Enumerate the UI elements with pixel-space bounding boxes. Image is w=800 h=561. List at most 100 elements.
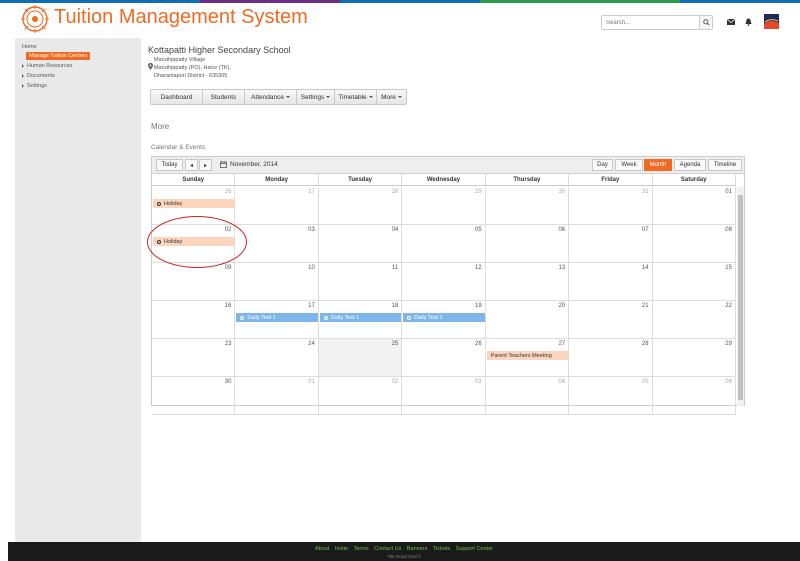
- stripe-segment: [0, 0, 200, 3]
- footer-link-terms[interactable]: Terms: [354, 546, 369, 552]
- sidebar-item-label: Human Resources: [27, 63, 73, 69]
- day-cell[interactable]: 23: [152, 339, 236, 377]
- calendar-event[interactable]: Holiday: [153, 199, 235, 208]
- app-logo[interactable]: [20, 4, 50, 34]
- day-number: 29: [725, 341, 732, 347]
- calendar-event[interactable]: Daily Test 1: [319, 313, 402, 322]
- day-cell[interactable]: 04: [318, 225, 403, 263]
- sidebar-item-home[interactable]: Home: [22, 44, 37, 50]
- search-input[interactable]: [602, 16, 700, 29]
- day-cell[interactable]: 20: [485, 301, 570, 339]
- footer-link-about[interactable]: About: [315, 546, 329, 552]
- day-cell[interactable]: 01: [652, 187, 736, 225]
- view-day-button[interactable]: Day: [592, 159, 613, 171]
- view-timeline-button[interactable]: Timeline: [708, 159, 742, 171]
- day-cell[interactable]: 28: [318, 187, 403, 225]
- day-cell[interactable]: 05: [569, 377, 653, 415]
- view-week-button[interactable]: Week: [615, 159, 643, 171]
- day-cell[interactable]: 04: [485, 377, 570, 415]
- prev-month-button[interactable]: ◂: [185, 159, 198, 171]
- view-agenda-button[interactable]: Agenda: [674, 159, 706, 171]
- day-cell[interactable]: 22: [652, 301, 736, 339]
- footer-link-invite[interactable]: Invite: [335, 546, 348, 552]
- section-title: Calendar & Events: [151, 144, 206, 151]
- day-number: 01: [725, 189, 732, 195]
- calendar-event[interactable]: Daily Test 1: [236, 313, 318, 322]
- day-number: 26: [224, 189, 232, 195]
- day-cell[interactable]: 06: [652, 377, 736, 415]
- clock-icon: [323, 315, 328, 320]
- scrollbar-thumb[interactable]: [738, 195, 743, 400]
- day-cell[interactable]: 24: [235, 339, 319, 377]
- sidebar-item-manage-tuition-centers[interactable]: Manage Tuition Centers: [26, 52, 91, 60]
- menu-students[interactable]: Students: [203, 90, 245, 104]
- day-number: 03: [308, 227, 315, 233]
- day-number: 26: [475, 341, 482, 347]
- mail-icon[interactable]: [726, 17, 736, 27]
- bell-icon[interactable]: [743, 17, 753, 27]
- chevron-right-icon: ▸: [203, 162, 207, 169]
- day-cell[interactable]: 26: [402, 339, 486, 377]
- calendar-event[interactable]: Parent Teachers Meeting: [486, 351, 569, 360]
- footer-link-banners[interactable]: Banners: [407, 546, 428, 552]
- footer-link-support-center[interactable]: Support Center: [456, 546, 493, 552]
- day-number: 30: [558, 189, 566, 195]
- search-button[interactable]: [699, 16, 712, 29]
- avatar[interactable]: [764, 14, 779, 29]
- day-number: 16: [224, 303, 232, 309]
- menu-attendance[interactable]: Attendance: [245, 90, 297, 104]
- day-cell[interactable]: 16: [152, 301, 236, 339]
- menu-label: Settings: [300, 93, 325, 101]
- sidebar-item-label: Settings: [27, 83, 47, 89]
- day-cell[interactable]: 10: [235, 263, 319, 301]
- day-cell[interactable]: 30: [485, 187, 570, 225]
- search-box[interactable]: [601, 15, 713, 30]
- view-month-button[interactable]: Month: [644, 159, 672, 171]
- day-cell[interactable]: 11: [318, 263, 403, 301]
- day-cell[interactable]: 29: [652, 339, 736, 377]
- day-number: 05: [475, 227, 482, 233]
- sidebar-item-documents[interactable]: Documents: [22, 73, 55, 79]
- day-number: 04: [391, 227, 399, 233]
- sidebar-item-label: Documents: [27, 73, 55, 79]
- day-cell[interactable]: 30: [152, 377, 236, 415]
- day-cell[interactable]: 12: [402, 263, 486, 301]
- day-cell[interactable]: 07: [569, 225, 653, 263]
- footer-link-contact-us[interactable]: Contact Us: [374, 546, 401, 552]
- calendar-event[interactable]: Daily Test 1: [403, 313, 485, 322]
- next-month-button[interactable]: ▸: [199, 159, 212, 171]
- day-cell[interactable]: 25: [318, 339, 403, 377]
- today-button[interactable]: Today: [156, 159, 183, 171]
- day-cell[interactable]: 31: [569, 187, 653, 225]
- month-label-group[interactable]: November, 2014: [220, 161, 278, 168]
- day-number: 08: [725, 227, 732, 233]
- day-cell[interactable]: 29: [402, 187, 486, 225]
- menu-label: Timetable: [338, 93, 367, 101]
- menu-timetable[interactable]: Timetable: [335, 90, 377, 104]
- day-cell[interactable]: 05: [402, 225, 486, 263]
- sidebar-item-human-resources[interactable]: Human Resources: [22, 63, 73, 69]
- day-cell[interactable]: 15: [652, 263, 736, 301]
- day-cell[interactable]: 27: [235, 187, 319, 225]
- day-cell[interactable]: 03: [402, 377, 486, 415]
- menu-label: Students: [210, 93, 237, 101]
- day-cell[interactable]: 08: [652, 225, 736, 263]
- day-cell[interactable]: 01: [235, 377, 319, 415]
- footer-link-tickets[interactable]: Tickets: [433, 546, 450, 552]
- footer: About Invite Terms Contact Us Banners Ti…: [8, 542, 800, 561]
- calendar-scrollbar[interactable]: [737, 187, 744, 406]
- day-number: 17: [308, 303, 315, 309]
- day-cell[interactable]: 06: [485, 225, 570, 263]
- sidebar-item-settings[interactable]: Settings: [22, 83, 47, 89]
- day-cell[interactable]: 13: [485, 263, 570, 301]
- day-cell[interactable]: 21: [569, 301, 653, 339]
- menu-dashboard[interactable]: Dashboard: [151, 90, 203, 104]
- day-cell[interactable]: 14: [569, 263, 653, 301]
- day-cell[interactable]: 02: [318, 377, 403, 415]
- caret-right-icon: [22, 64, 24, 68]
- day-cell[interactable]: 03: [235, 225, 319, 263]
- menu-more[interactable]: More: [377, 90, 406, 104]
- day-cell[interactable]: 28: [569, 339, 653, 377]
- menu-settings[interactable]: Settings: [297, 90, 335, 104]
- day-cell[interactable]: 09: [152, 263, 236, 301]
